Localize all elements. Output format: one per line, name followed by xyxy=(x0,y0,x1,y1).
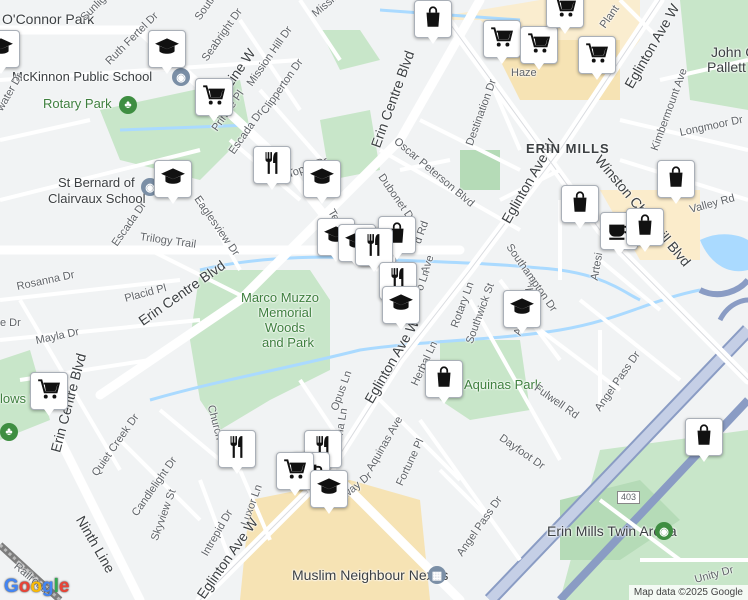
school-pin-1[interactable] xyxy=(148,30,186,74)
shopping-cart-icon xyxy=(36,376,62,407)
shopping-cart-icon xyxy=(282,456,308,487)
shopping-pin-4[interactable] xyxy=(561,185,599,229)
grocery-pin-5[interactable] xyxy=(195,78,233,122)
school-pin-7[interactable] xyxy=(382,286,420,330)
shopping-bag-icon xyxy=(567,189,593,220)
shopping-cart-icon xyxy=(584,40,610,71)
restaurant-pin-3[interactable] xyxy=(355,228,393,272)
school-pin-9[interactable] xyxy=(310,470,348,514)
graduation-cap-icon xyxy=(0,34,14,65)
park-poi-icon[interactable]: ♣ xyxy=(119,96,137,114)
fork-knife-icon xyxy=(259,150,285,181)
grocery-pin-3[interactable] xyxy=(578,36,616,80)
park-label-john-1: John C xyxy=(711,44,748,60)
highway-shield-403: 403 xyxy=(617,491,641,504)
fork-knife-icon xyxy=(361,232,387,263)
street-label-hazel: Haze xyxy=(511,67,537,79)
shopping-pin-3[interactable] xyxy=(425,360,463,404)
graduation-cap-icon xyxy=(154,34,180,65)
community-poi-icon[interactable]: ▦ xyxy=(428,566,446,584)
school-pin-4[interactable] xyxy=(154,160,192,204)
school-pin-8[interactable] xyxy=(503,290,541,334)
school-poi-icon[interactable]: ◉ xyxy=(172,68,190,86)
park-poi-icon[interactable]: ♣ xyxy=(0,423,18,441)
shopping-bag-icon xyxy=(431,364,457,395)
grocery-pin-6[interactable] xyxy=(30,372,68,416)
google-logo: Google xyxy=(4,576,70,597)
district-label-erin-mills: ERIN MILLS xyxy=(526,141,610,156)
shopping-bag-icon xyxy=(691,422,717,453)
map-attribution: Map data ©2025 Google xyxy=(628,585,748,600)
street-label-e-dr: e Dr xyxy=(0,317,21,329)
grocery-pin-7[interactable] xyxy=(276,452,314,496)
graduation-cap-icon xyxy=(388,290,414,321)
place-label-muslim-nexus: Muslim Neighbour Nexus xyxy=(292,567,449,583)
map-canvas[interactable]: O'Connor Park Sunlight South Mission Sea… xyxy=(0,0,748,600)
grocery-pin-2[interactable] xyxy=(520,26,558,70)
restaurant-pin-1[interactable] xyxy=(253,146,291,190)
shopping-pin-6[interactable] xyxy=(657,160,695,204)
shopping-pin-5[interactable] xyxy=(626,208,664,252)
park-label-marco-1: Marco Muzzo xyxy=(240,290,320,305)
arena-poi-icon[interactable]: ◉ xyxy=(655,522,673,540)
graduation-cap-icon xyxy=(160,164,186,195)
shopping-bag-icon xyxy=(420,4,446,35)
school-label-st-bernard-1: St Bernard of xyxy=(58,175,135,190)
graduation-cap-icon xyxy=(309,164,335,195)
shopping-bag-icon xyxy=(632,212,658,243)
park-label-john-2: Pallett P xyxy=(707,59,748,75)
school-pin-3[interactable] xyxy=(303,160,341,204)
school-label-st-bernard-2: Clairvaux School xyxy=(48,191,146,206)
school-pin-2[interactable] xyxy=(0,30,20,74)
grocery-pin-1[interactable] xyxy=(483,20,521,64)
park-label-marco-2: Memorial xyxy=(258,305,312,320)
map-base-layer xyxy=(0,0,748,600)
shopping-pin-1[interactable] xyxy=(414,0,452,44)
shopping-cart-icon xyxy=(526,30,552,61)
park-label-marco-4: and Park xyxy=(261,335,315,350)
graduation-cap-icon xyxy=(509,294,535,325)
shopping-cart-icon xyxy=(552,0,578,25)
graduation-cap-icon xyxy=(316,474,342,505)
park-label-aquinas: Aquinas Park xyxy=(464,377,542,392)
shopping-pin-7[interactable] xyxy=(685,418,723,462)
school-label-mckinnon: McKinnon Public School xyxy=(12,69,153,84)
grocery-pin-4[interactable] xyxy=(546,0,584,34)
shopping-cart-icon xyxy=(489,24,515,55)
park-label-marco-3: Woods xyxy=(264,320,306,335)
restaurant-pin-5[interactable] xyxy=(218,430,256,474)
shopping-cart-icon xyxy=(201,82,227,113)
shopping-bag-icon xyxy=(663,164,689,195)
fork-knife-icon xyxy=(224,434,250,465)
park-label-rotary: Rotary Park xyxy=(43,96,112,111)
